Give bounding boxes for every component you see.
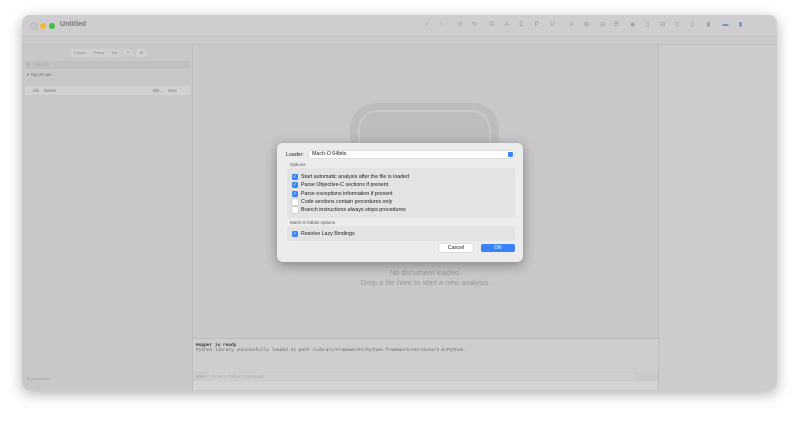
checkbox-label: Parse Objective-C sections if present — [301, 182, 389, 189]
tab-procs[interactable]: Procs — [90, 49, 109, 57]
col-blocks[interactable]: Blo... — [153, 86, 163, 95]
close-button[interactable] — [31, 23, 37, 29]
macho-options-group: ✓ Resolve Lazy Bindings — [287, 226, 515, 241]
minimize-button[interactable] — [40, 23, 46, 29]
col-name[interactable]: Name — [44, 86, 56, 95]
tab-add[interactable]: ⊕ — [136, 49, 148, 57]
toolbar-button[interactable]: ☰ — [611, 20, 622, 31]
checkbox-label: Branch instructions always stops procedu… — [301, 207, 406, 214]
zoom-button[interactable] — [49, 23, 55, 29]
loader-dialog: Loader: Mach-O 64bits Options ✓ Start aut… — [277, 143, 523, 262]
search-placeholder: Search — [35, 62, 50, 67]
ok-button[interactable]: OK — [481, 244, 515, 252]
toolbar-button[interactable]: ‹ — [421, 20, 432, 31]
toolbar-button[interactable]: P — [531, 20, 542, 31]
checkbox[interactable] — [292, 198, 298, 205]
checkbox[interactable]: ✓ — [292, 230, 298, 237]
python-command-input[interactable]: Enter a Python Command — [210, 373, 635, 380]
tab-list[interactable]: ≡ — [123, 49, 134, 57]
chevron-updown-icon — [508, 152, 513, 157]
options-label: Options — [290, 162, 306, 167]
checkbox-label: Code sections contain procedures only — [301, 198, 393, 205]
empty-title: No document loaded. — [389, 268, 462, 277]
title-bar: Untitled ‹ › ↺ ↻ D A C P U ≡ ⊞ ⊟ ☰ ◉ ▯ ⊟ ▯ ▯ ▮ ▬ ▮ — [22, 15, 777, 37]
col-size[interactable]: Size — [168, 86, 177, 95]
search-icon: ⌕ — [27, 62, 30, 67]
search-input[interactable]: ⌕ Search — [25, 61, 190, 69]
procedure-count: 0 procedures — [27, 376, 51, 381]
tab-strings[interactable]: Str — [108, 49, 122, 57]
loader-label: Loader: — [286, 152, 304, 158]
loader-value: Mach-O 64bits — [312, 151, 347, 157]
toolbar-button[interactable]: ◉ — [627, 20, 638, 31]
checkbox-label: Parse exceptions information if present — [301, 190, 393, 197]
cancel-button[interactable]: Cancel — [439, 244, 473, 252]
toolbar-button[interactable]: ▯ — [642, 20, 653, 31]
tab-labels[interactable]: Labels — [70, 49, 90, 57]
checkbox-label: Start automatic analysis after the file … — [301, 174, 410, 180]
toolbar-button[interactable]: U — [547, 20, 558, 31]
inspector-panel — [658, 45, 777, 390]
toolbar-button[interactable]: ▯ — [687, 20, 698, 31]
loader-select[interactable]: Mach-O 64bits — [309, 151, 514, 158]
console-line: Python library successfully loaded at pa… — [196, 348, 467, 353]
toolbar-button[interactable]: C — [516, 20, 527, 31]
toolbar-button[interactable]: ⊟ — [597, 20, 608, 31]
toolbar-button[interactable]: ▯ — [672, 20, 683, 31]
options-group: ✓ Start automatic analysis after the file… — [287, 168, 515, 218]
checkbox[interactable] — [292, 207, 298, 214]
toolbar-button[interactable]: ↺ — [454, 20, 465, 31]
checkbox[interactable]: ✓ — [292, 190, 298, 197]
checkbox[interactable]: ✓ — [292, 174, 298, 180]
toolbar-button[interactable]: ▮ — [735, 20, 746, 31]
macho-options-label: Mach-O 64bits options — [290, 220, 336, 225]
checkbox-label: Resolve Lazy Bindings — [301, 230, 355, 237]
console-input-row: >>> Enter a Python Command — [193, 372, 658, 381]
console-output: Hopper is ready Python library successfu… — [193, 338, 658, 372]
toolbar-button[interactable]: D — [486, 20, 497, 31]
tag-scope-toggle[interactable]: ▸ Tag Scope — [27, 72, 52, 78]
checkbox[interactable]: ✓ — [292, 182, 298, 189]
toolbar-button[interactable]: ≡ — [566, 20, 577, 31]
window-title: Untitled — [60, 21, 87, 28]
toolbar-button[interactable]: ↻ — [469, 20, 480, 31]
toolbar-button[interactable]: ⊞ — [581, 20, 592, 31]
tag-scope-label: Tag Scope — [30, 72, 52, 77]
console-prompt: >>> — [196, 374, 204, 379]
toolbar-button[interactable]: ⊟ — [657, 20, 668, 31]
toolbar-button[interactable]: A — [501, 20, 512, 31]
toolbar-button[interactable]: ▬ — [720, 20, 731, 31]
col-idx[interactable]: Idx — [33, 86, 39, 95]
tab-bar — [22, 37, 777, 45]
toolbar-button[interactable]: ▮ — [703, 20, 714, 31]
toolbar-button[interactable]: › — [436, 20, 447, 31]
empty-hint: Drop a file here to start a new analysis… — [360, 278, 491, 287]
sidebar: Labels Procs Str ≡ ⊕ ⌕ Search ▸ Tag Scop… — [22, 45, 193, 390]
column-header: Idx Name Blo... Size — [25, 86, 190, 95]
